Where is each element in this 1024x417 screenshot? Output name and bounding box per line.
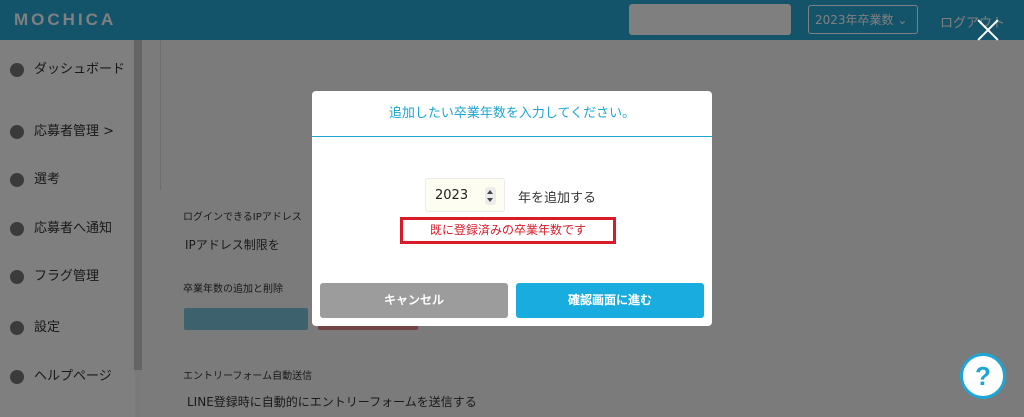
add-year-dialog: 追加したい卒業年数を入力してください。 2023 年を追加する 既に登録済みの卒…: [312, 91, 712, 326]
graduation-year-input[interactable]: 2023: [425, 178, 505, 212]
year-stepper[interactable]: [485, 187, 496, 205]
year-suffix-label: 年を追加する: [518, 191, 597, 206]
dialog-title: 追加したい卒業年数を入力してください。: [312, 91, 712, 137]
cancel-button[interactable]: キャンセル: [320, 283, 508, 318]
close-icon[interactable]: [976, 18, 1000, 42]
chevron-down-icon[interactable]: [487, 198, 493, 202]
graduation-year-value[interactable]: 2023: [435, 188, 468, 203]
error-message: 既に登録済みの卒業年数です: [400, 217, 616, 244]
confirm-next-button[interactable]: 確認画面に進む: [516, 283, 704, 318]
help-button[interactable]: ?: [960, 353, 1006, 399]
chevron-up-icon[interactable]: [487, 190, 493, 194]
